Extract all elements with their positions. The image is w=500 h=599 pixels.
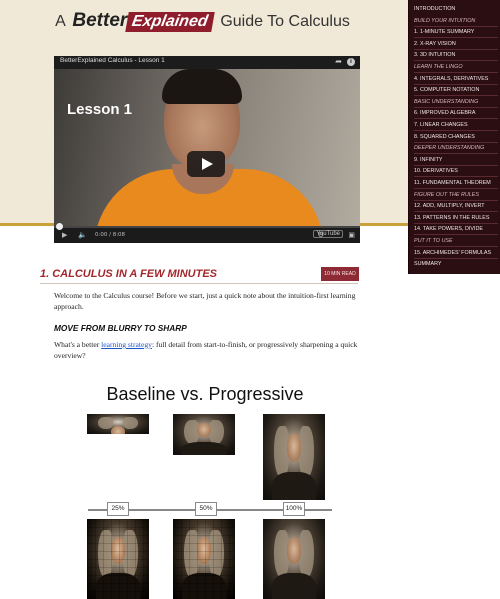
sidebar-item-6-improved-algebra[interactable]: 6. IMPROVED ALGEBRA <box>414 108 498 120</box>
video-progress-bar[interactable] <box>54 223 360 230</box>
video-controls: ▶ 🔈 0:00 / 8:08 ⚙ YouTube ▣ <box>54 223 360 243</box>
sidebar-item-7-linear-changes[interactable]: 7. LINEAR CHANGES <box>414 120 498 131</box>
site-title[interactable]: A Better Explained Guide To Calculus <box>0 10 405 32</box>
progressive-portrait-100 <box>263 519 325 599</box>
baseline-portrait-25 <box>87 414 149 434</box>
sidebar-section-build-your-intuition: BUILD YOUR INTUITION <box>414 16 498 27</box>
share-icon[interactable]: ➦ <box>335 57 342 66</box>
question-paragraph: What's a better learning strategy: full … <box>54 339 360 361</box>
video-frame[interactable]: Lesson 1 <box>54 69 360 243</box>
sidebar-section-basic-understanding: BASIC UNDERSTANDING <box>414 97 498 108</box>
brand-word-better: Better <box>72 10 128 31</box>
sidebar-item-5-computer-notation[interactable]: 5. COMPUTER NOTATION <box>414 85 498 97</box>
video-overlay-text: Lesson 1 <box>67 101 133 118</box>
sidebar-section-figure-out-the-rules: FIGURE OUT THE RULES <box>414 190 498 201</box>
section-title: 1. CALCULUS IN A FEW MINUTES <box>40 268 218 280</box>
brand-word-explained: Explained <box>125 12 215 32</box>
figure-title: Baseline vs. Progressive <box>106 384 304 404</box>
sidebar-item-3-3d-intuition[interactable]: 3. 3D INTUITION <box>414 50 498 62</box>
sidebar-item-2-x-ray-vision[interactable]: 2. X-RAY VISION <box>414 39 498 50</box>
sidebar-section-learn-the-lingo: LEARN THE LINGO <box>414 62 498 73</box>
progressive-portrait-25 <box>87 519 149 599</box>
info-icon[interactable]: i <box>347 58 355 66</box>
sidebar-item-summary[interactable]: SUMMARY <box>414 259 498 270</box>
sidebar-item-4-integrals-derivatives[interactable]: 4. INTEGRALS, DERIVATIVES <box>414 74 498 85</box>
sidebar-section-put-it-to-use: PUT IT TO USE <box>414 236 498 247</box>
question-text-start: What's a better <box>54 340 102 349</box>
sidebar-item-13-patterns-in-the-rules[interactable]: 13. PATTERNS IN THE RULES <box>414 213 498 224</box>
video-player[interactable]: Lesson 1 BetterExplained Calculus - Less… <box>54 56 360 243</box>
label-25-percent: 25% <box>107 502 129 516</box>
baseline-portrait-100 <box>263 414 325 500</box>
sidebar-item-11-fundamental-theorem[interactable]: 11. FUNDAMENTAL THEOREM <box>414 178 498 189</box>
sidebar-item-8-squared-changes[interactable]: 8. SQUARED CHANGES <box>414 132 498 143</box>
volume-icon[interactable]: 🔈 <box>78 231 87 239</box>
sidebar-item-12-add-multiply-invert[interactable]: 12. ADD, MULTIPLY, INVERT <box>414 201 498 213</box>
label-50-percent: 50% <box>195 502 217 516</box>
sidebar-item-14-take-powers-divide[interactable]: 14. TAKE POWERS, DIVIDE <box>414 224 498 236</box>
video-progress-knob[interactable] <box>56 223 63 230</box>
lesson-sidebar: INTRODUCTION BUILD YOUR INTUITION 1. 1-MIN… <box>408 0 500 274</box>
sidebar-item-10-derivatives[interactable]: 10. DERIVATIVES <box>414 166 498 178</box>
video-time: 0:00 / 8:08 <box>95 232 126 238</box>
video-title[interactable]: BetterExplained Calculus - Lesson 1 <box>60 57 165 64</box>
subheading: MOVE FROM BLURRY TO SHARP <box>54 323 187 333</box>
title-prefix: A <box>55 13 65 30</box>
read-time-badge: 10 MIN READ <box>321 267 359 281</box>
title-suffix: Guide To Calculus <box>220 13 350 30</box>
youtube-logo[interactable]: YouTube <box>313 230 343 238</box>
label-100-percent: 100% <box>283 502 305 516</box>
sidebar-item-introduction[interactable]: INTRODUCTION <box>414 4 498 15</box>
progressive-portrait-50 <box>173 519 235 599</box>
sidebar-section-deeper-understanding: DEEPER UNDERSTANDING <box>414 143 498 155</box>
section-title-underline <box>40 283 358 284</box>
baseline-portrait-50 <box>173 414 235 455</box>
sidebar-item-1-1-minute-summary[interactable]: 1. 1-MINUTE SUMMARY <box>414 27 498 39</box>
fullscreen-icon[interactable]: ▣ <box>348 231 355 239</box>
play-icon <box>202 158 213 170</box>
play-button[interactable] <box>187 151 225 177</box>
video-title-bar: BetterExplained Calculus - Lesson 1 ➦ i <box>54 56 360 69</box>
video-person-hair <box>162 69 242 104</box>
learning-strategy-link[interactable]: learning strategy <box>101 340 152 349</box>
sidebar-item-15-archimedes-formulas[interactable]: 15. ARCHIMEDES' FORMULAS <box>414 248 498 259</box>
sidebar-item-9-infinity[interactable]: 9. INFINITY <box>414 155 498 166</box>
brand-logo: Better Explained <box>72 10 215 32</box>
play-control-icon[interactable]: ▶ <box>62 231 67 239</box>
intro-paragraph: Welcome to the Calculus course! Before w… <box>54 291 356 311</box>
